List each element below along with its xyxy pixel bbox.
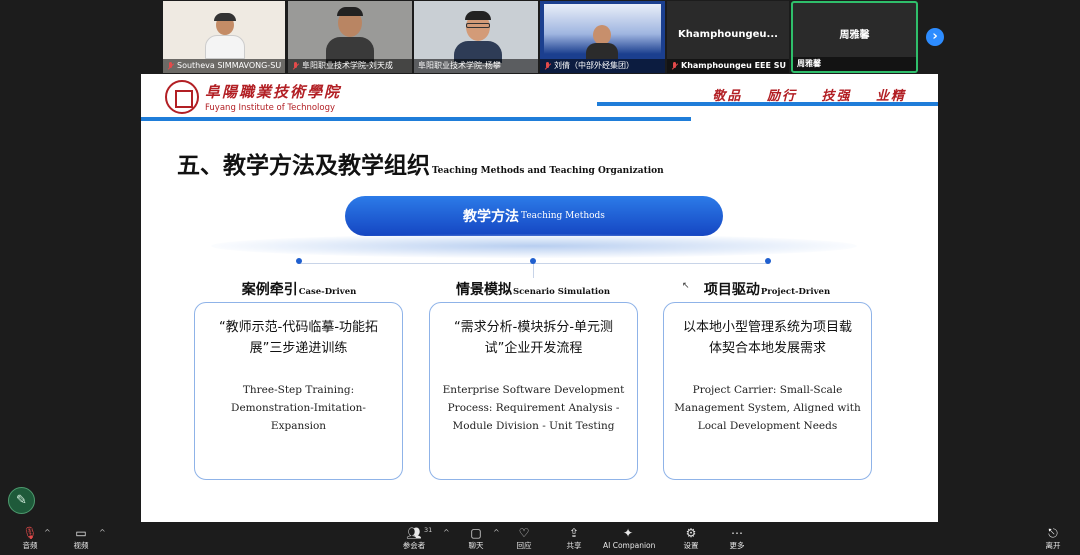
pencil-icon: ✎ <box>16 493 27 508</box>
settings-button[interactable]: ⚙ 设置 <box>666 526 716 551</box>
school-seal-icon <box>165 80 199 114</box>
leave-button[interactable]: ⎋ 离开 <box>1028 526 1078 551</box>
participant-video <box>454 9 502 63</box>
connector-dot <box>765 258 771 264</box>
school-logo: 阜陽職業技術學院 Fuyang Institute of Technology <box>165 80 341 114</box>
video-options-caret[interactable]: ^ <box>99 528 106 537</box>
card-english-text: Three-Step Training: Demonstration-Imita… <box>231 384 366 432</box>
method-banner: 教学方法 Teaching Methods <box>345 196 723 236</box>
share-screen-icon: ⇪ <box>568 526 580 540</box>
mic-muted-icon <box>671 61 678 71</box>
banner-glow <box>211 234 857 258</box>
participant-tile[interactable]: 阜阳职业技术学院-刘天成 <box>288 1 412 73</box>
logo-chinese-name: 阜陽職業技術學院 <box>205 83 342 101</box>
chevron-right-icon: › <box>932 29 938 44</box>
participant-name-label: 周雅馨 <box>793 57 916 71</box>
method-card-case-driven: “教师示范-代码临摹-功能拓展”三步递进训练 Three-Step Traini… <box>194 302 403 480</box>
react-button[interactable]: ♡ 回应 <box>499 526 549 551</box>
mouse-cursor-icon: ↖ <box>682 281 690 291</box>
participant-video <box>203 13 247 59</box>
meeting-toolbar: 🎙︎ 音频 ^ ▭ 视频 ^ 👥︎ 31 参会者 ^ ▢ 聊天 ^ ♡ 回应 ⇪… <box>0 522 1080 555</box>
heart-icon: ♡ <box>518 526 530 540</box>
participant-strip: Southeva SIMMAVONG-SU 阜阳职业技术学院-刘天成 阜阳职业技… <box>0 0 1080 74</box>
participant-tile[interactable]: Southeva SIMMAVONG-SU <box>163 1 285 73</box>
column-heading-scenario-simulation: 情景模拟Scenario Simulation <box>455 282 611 298</box>
participant-name-label: Khamphoungeu EEE SU <box>667 59 789 73</box>
column-heading-project-driven: 项目驱动Project-Driven <box>703 282 831 298</box>
shared-screen-slide: 阜陽職業技術學院 Fuyang Institute of Technology … <box>141 74 938 522</box>
sparkle-icon: ✦ <box>622 526 634 540</box>
header-divider-left <box>141 117 691 121</box>
column-heading-case-driven: 案例牵引Case-Driven <box>241 282 357 298</box>
participant-tile[interactable]: Khamphoungeu... Khamphoungeu EEE SU <box>667 1 789 73</box>
participants-button[interactable]: 👥︎ 31 参会者 <box>389 526 439 551</box>
participant-name-label: 刘倩（中部外经集团） <box>540 59 665 73</box>
participant-name-label: Southeva SIMMAVONG-SU <box>163 59 285 73</box>
annotate-pencil-button[interactable]: ✎ <box>8 487 35 514</box>
participant-video <box>584 25 620 59</box>
connector-stem <box>533 264 534 278</box>
card-chinese-text: “需求分析-模块拆分-单元测试”企业开发流程 <box>453 320 614 356</box>
connector-dot <box>296 258 302 264</box>
mic-muted-icon <box>544 61 551 71</box>
participant-tile[interactable]: 刘倩（中部外经集团） <box>540 1 665 73</box>
card-chinese-text: 以本地小型管理系统为项目载体契合本地发展需求 <box>682 320 852 356</box>
gear-icon: ⚙ <box>685 526 697 540</box>
method-card-scenario-simulation: “需求分析-模块拆分-单元测试”企业开发流程 Enterprise Softwa… <box>429 302 638 480</box>
card-english-text: Enterprise Software Development Process:… <box>442 384 625 432</box>
more-button[interactable]: ⋯ 更多 <box>712 526 762 551</box>
leave-door-icon: ⎋ <box>1048 526 1058 540</box>
share-button[interactable]: ⇪ 共享 <box>549 526 599 551</box>
more-dots-icon: ⋯ <box>731 526 743 540</box>
mic-muted-icon <box>167 61 174 71</box>
logo-english-name: Fuyang Institute of Technology <box>205 103 336 113</box>
header-divider-right <box>597 102 938 106</box>
participant-tile-active-speaker[interactable]: 周雅馨 周雅馨 <box>791 1 918 73</box>
slide-title-english: Teaching Methods and Teaching Organizati… <box>432 166 664 176</box>
method-card-project-driven: 以本地小型管理系统为项目载体契合本地发展需求 Project Carrier: … <box>663 302 872 480</box>
card-english-text: Project Carrier: Small-Scale Management … <box>674 384 861 432</box>
participant-display-name: 周雅馨 <box>839 29 870 41</box>
participant-name-label: 阜阳职业技术学院-杨攀 <box>414 59 538 73</box>
mic-muted-icon <box>292 61 299 71</box>
slide-title: 五、教学方法及教学组织 Teaching Methods and Teaching… <box>177 153 664 179</box>
card-chinese-text: “教师示范-代码临摹-功能拓展”三步递进训练 <box>218 320 379 356</box>
ai-companion-button[interactable]: ✦ AI Companion <box>603 526 655 551</box>
participant-tile[interactable]: 阜阳职业技术学院-杨攀 <box>414 1 538 73</box>
audio-options-caret[interactable]: ^ <box>44 528 51 537</box>
next-page-button[interactable]: › <box>926 28 944 46</box>
participant-video <box>324 7 376 63</box>
participants-options-caret[interactable]: ^ <box>443 528 450 537</box>
participant-display-name: Khamphoungeu... <box>678 28 778 40</box>
participant-name-label: 阜阳职业技术学院-刘天成 <box>288 59 412 73</box>
